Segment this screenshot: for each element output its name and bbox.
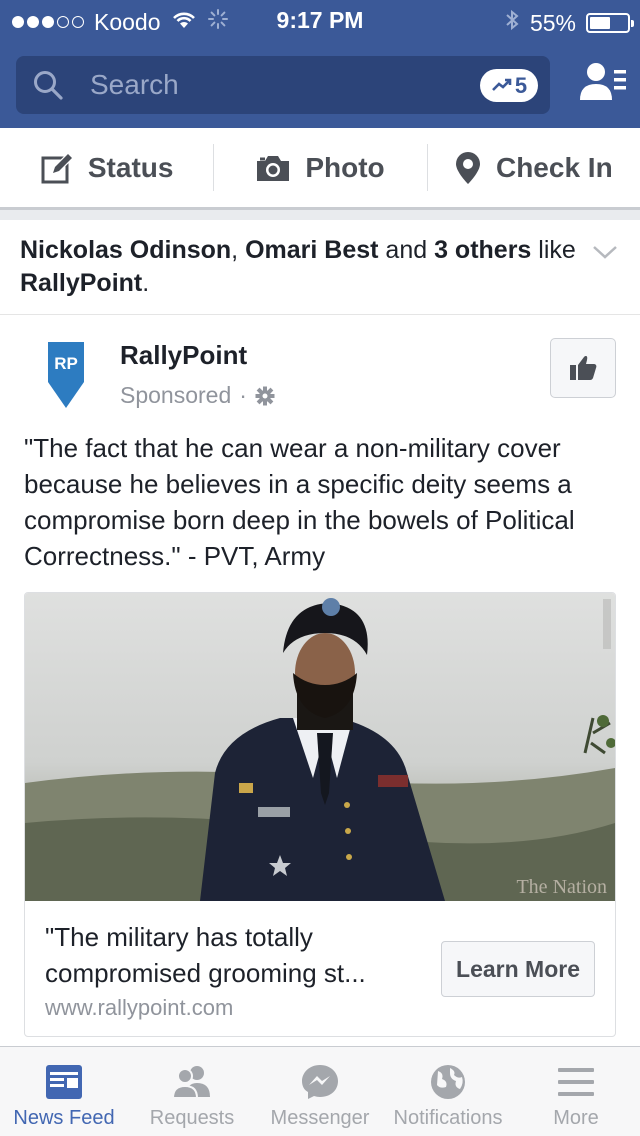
trending-badge[interactable]: 5 — [480, 69, 538, 102]
liked-page-name[interactable]: RallyPoint — [20, 269, 142, 297]
battery-icon — [586, 13, 634, 33]
like-text: like — [531, 236, 576, 264]
chevron-down-icon — [593, 246, 617, 259]
article-photo[interactable]: The Nation — [25, 593, 615, 901]
story-options-button[interactable] — [592, 244, 618, 265]
requests-icon — [171, 1066, 210, 1099]
globe-icon — [431, 1065, 465, 1099]
separator-text: , — [231, 236, 246, 264]
like-page-button[interactable] — [550, 338, 616, 398]
news-feed-icon — [46, 1065, 82, 1099]
tab-news-feed[interactable]: News Feed — [0, 1047, 128, 1136]
check-in-label: Check In — [495, 151, 613, 183]
edit-icon — [41, 152, 73, 183]
tab-label: More — [553, 1107, 599, 1129]
top-header: Koodo 9:17 PM 55% 5 — [0, 0, 640, 128]
tab-messenger[interactable]: Messenger — [256, 1047, 384, 1136]
bottom-tab-bar: News Feed Requests Messenger Notificatio… — [0, 1046, 640, 1136]
status-button[interactable]: Status — [0, 128, 213, 207]
gear-icon[interactable] — [255, 386, 275, 406]
trending-count: 5 — [514, 72, 528, 98]
sponsored-text: Sponsored — [120, 382, 232, 408]
trending-icon — [491, 73, 513, 99]
messenger-icon — [302, 1065, 338, 1099]
camera-icon — [257, 155, 290, 181]
liker-name-1[interactable]: Nickolas Odinson — [20, 236, 231, 264]
status-bar: Koodo 9:17 PM 55% — [0, 0, 640, 40]
friend-requests-icon — [580, 63, 626, 100]
tab-notifications[interactable]: Notifications — [384, 1047, 512, 1136]
photo-watermark: The Nation — [516, 876, 607, 898]
liker-name-2[interactable]: Omari Best — [245, 236, 378, 264]
tab-label: Messenger — [270, 1107, 370, 1129]
dot-separator: · — [239, 382, 247, 408]
tab-label: Notifications — [393, 1107, 503, 1129]
thumbs-up-icon — [570, 356, 597, 380]
tab-label: Requests — [149, 1107, 235, 1129]
location-pin-icon — [455, 151, 480, 184]
search-input[interactable] — [90, 56, 470, 114]
tab-label: News Feed — [13, 1107, 115, 1129]
friend-requests-button[interactable] — [578, 58, 628, 108]
and-text: and — [378, 236, 435, 264]
photo-button[interactable]: Photo — [213, 128, 426, 207]
link-attachment[interactable]: The Nation "The military has totally com… — [24, 592, 616, 1037]
status-label: Status — [87, 151, 174, 183]
battery-percent: 55% — [529, 9, 576, 36]
social-context: Nickolas Odinson, Omari Best and 3 other… — [20, 234, 580, 300]
link-url: www.rallypoint.com — [45, 995, 234, 1020]
composer-bar: Status Photo Check In — [0, 128, 640, 210]
soldier-photo-image — [25, 593, 615, 901]
search-icon — [32, 69, 64, 106]
tab-requests[interactable]: Requests — [128, 1047, 256, 1136]
tab-more[interactable]: More — [512, 1047, 640, 1136]
logo-text: RP — [54, 354, 78, 373]
rallypoint-logo[interactable]: RP — [46, 340, 86, 415]
bluetooth-icon — [504, 8, 520, 38]
period-text: . — [142, 269, 150, 297]
photo-label: Photo — [305, 151, 385, 183]
sponsored-label: Sponsored · — [120, 382, 275, 409]
divider — [0, 314, 640, 315]
others-count[interactable]: 3 others — [434, 236, 531, 264]
sponsored-post-card: Nickolas Odinson, Omari Best and 3 other… — [0, 220, 640, 1046]
search-bar[interactable]: 5 — [16, 56, 550, 114]
link-title[interactable]: "The military has totally compromised gr… — [45, 919, 425, 991]
page-name[interactable]: RallyPoint — [120, 340, 247, 371]
post-text: "The fact that he can wear a non-militar… — [24, 433, 575, 571]
learn-more-button[interactable]: Learn More — [441, 941, 595, 997]
check-in-button[interactable]: Check In — [426, 128, 640, 207]
menu-icon — [558, 1068, 594, 1096]
